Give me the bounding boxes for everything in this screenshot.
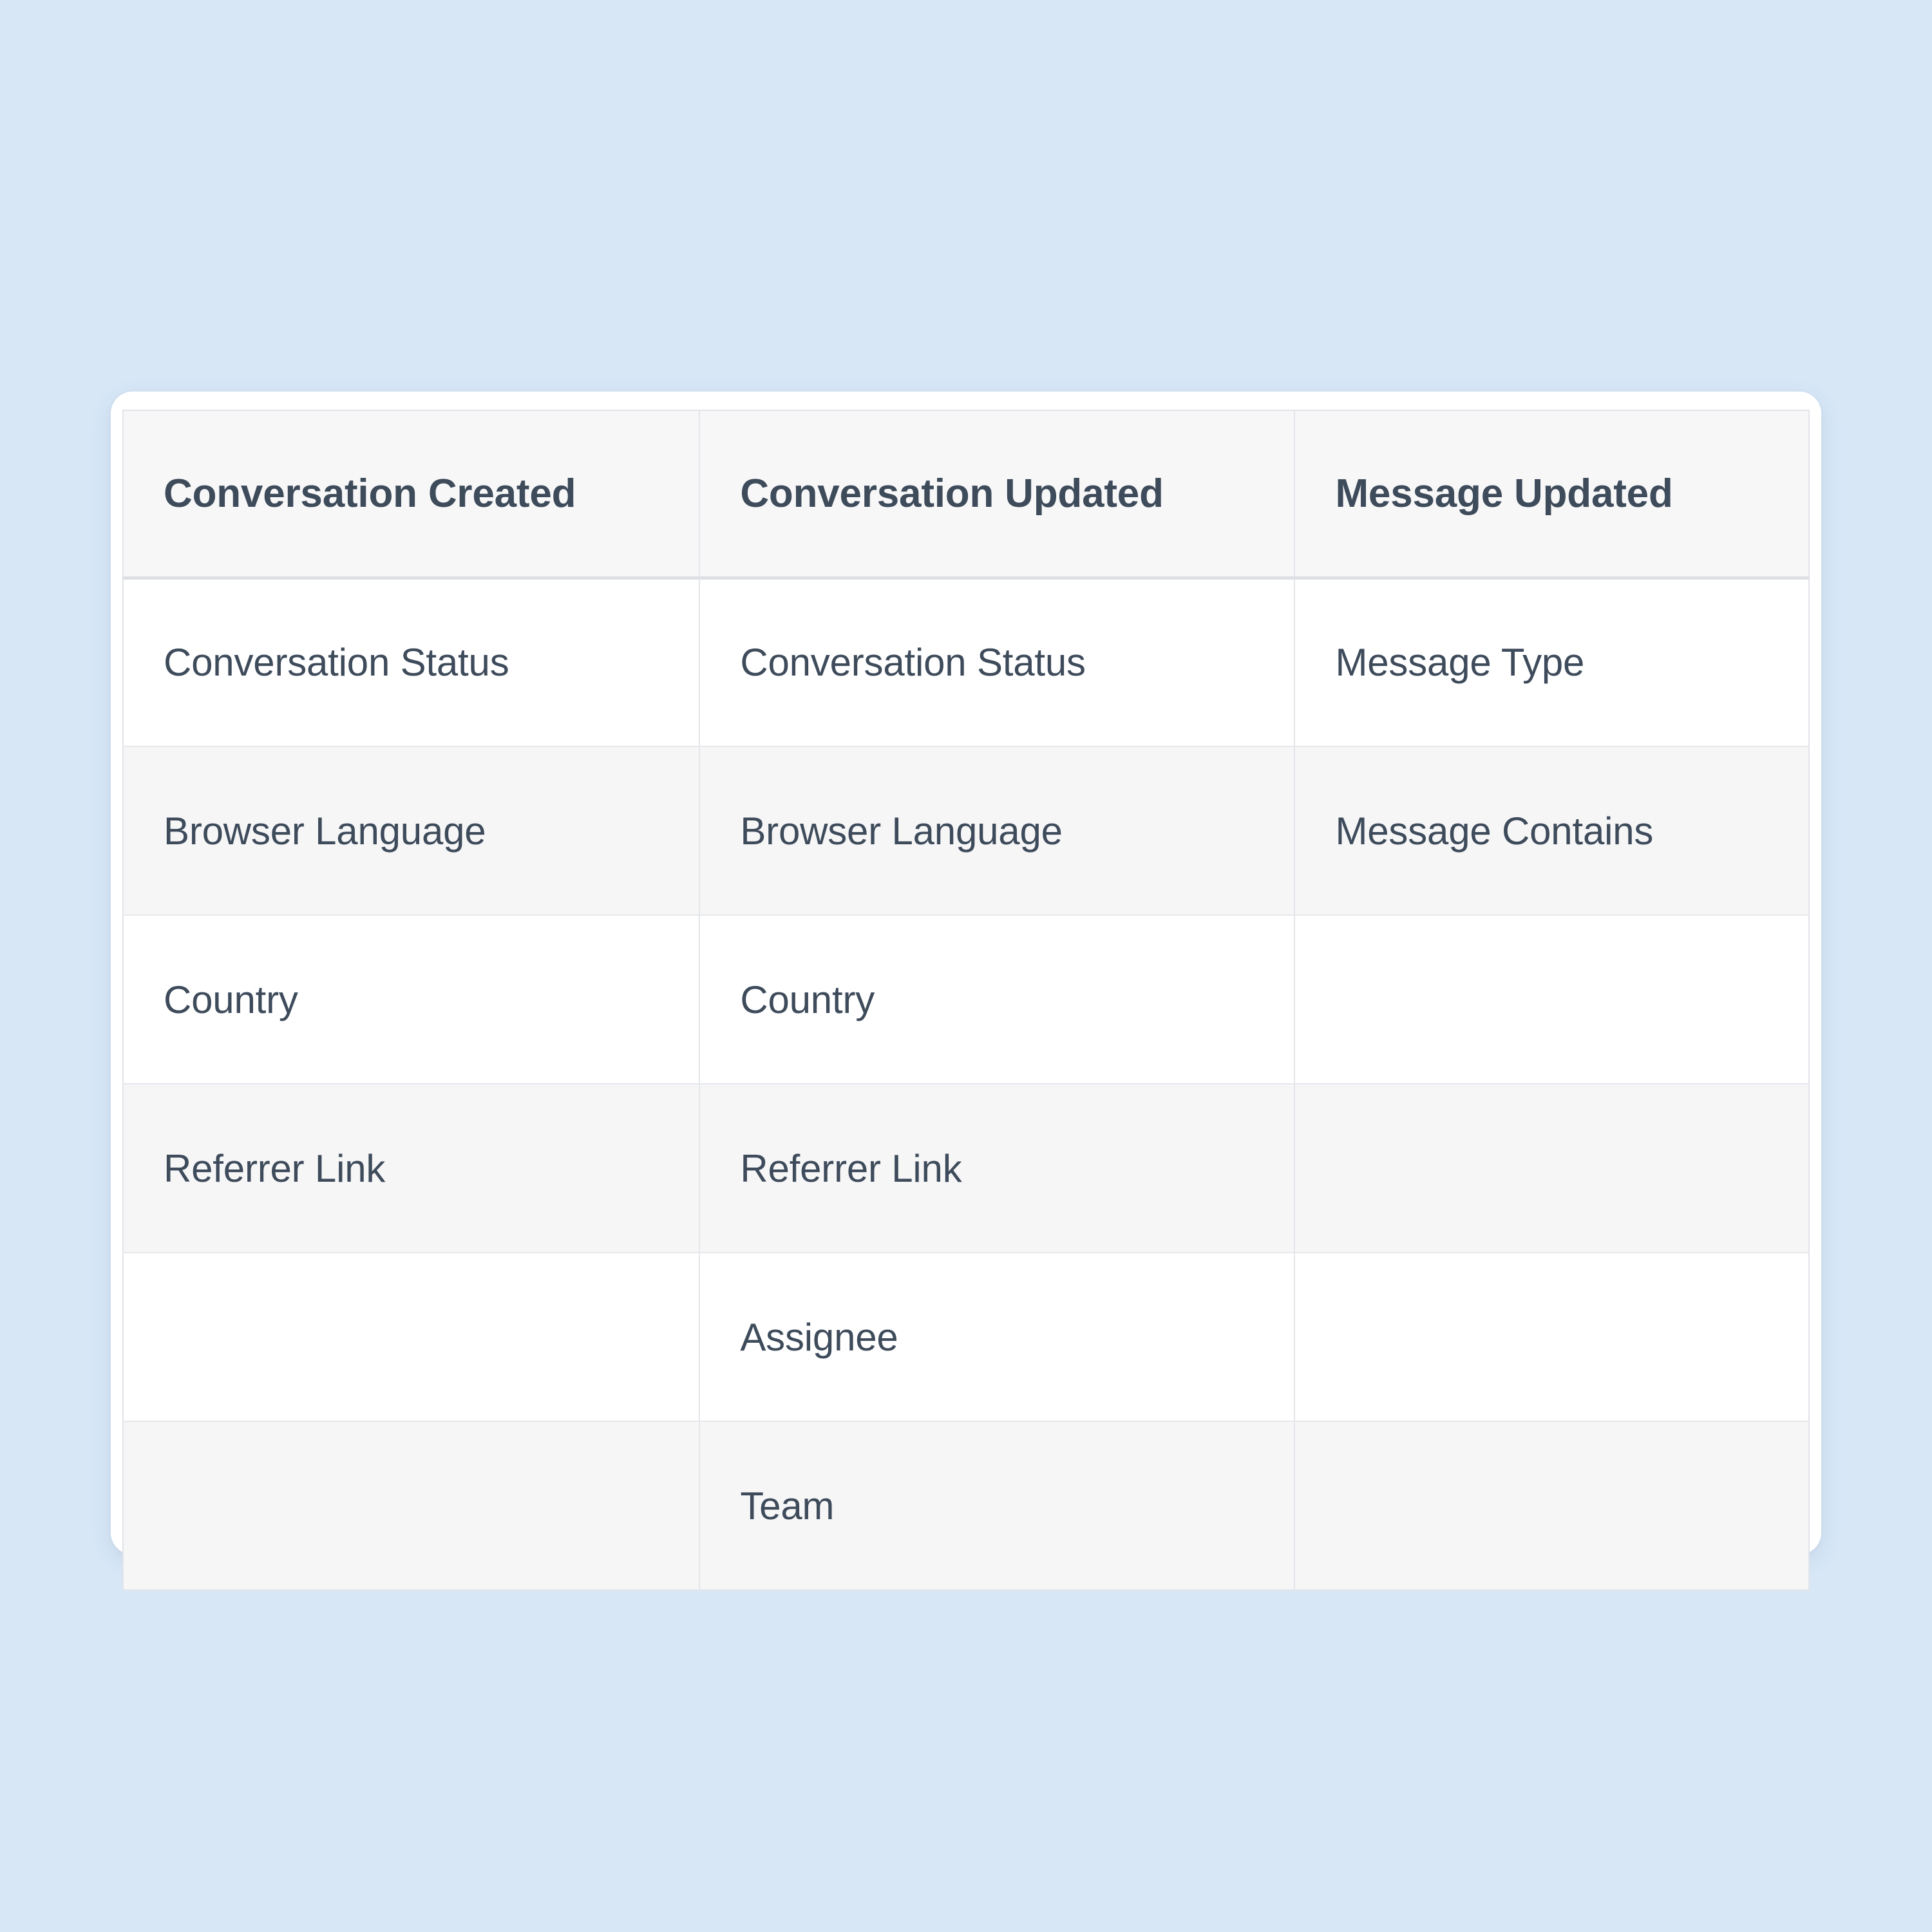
cell-conversation-created-4: Referrer Link: [123, 1084, 701, 1253]
column-header-conversation-created: Conversation Created: [123, 410, 701, 580]
table-row: Browser Language Browser Language Messag…: [123, 746, 1809, 916]
cell-conversation-created-2: Browser Language: [123, 746, 701, 916]
cell-conversation-updated-4: Referrer Link: [699, 1084, 1296, 1253]
table-header: Conversation Created Conversation Update…: [123, 410, 1809, 580]
cell-message-updated-4: [1294, 1084, 1809, 1253]
table-row: Country Country: [123, 915, 1809, 1084]
cell-conversation-updated-3: Country: [699, 915, 1296, 1084]
cell-conversation-updated-6: Team: [699, 1421, 1296, 1590]
table-row: Assignee: [123, 1253, 1809, 1422]
table-body: Conversation Status Conversation Status …: [123, 578, 1809, 1590]
cell-conversation-created-6: [123, 1421, 701, 1590]
cell-conversation-created-3: Country: [123, 915, 701, 1084]
column-header-message-updated: Message Updated: [1294, 410, 1809, 580]
trigger-attributes-card: Conversation Created Conversation Update…: [111, 392, 1821, 1591]
cell-message-updated-5: [1294, 1253, 1809, 1422]
cell-conversation-updated-1: Conversation Status: [699, 578, 1296, 747]
cell-message-updated-2: Message Contains: [1294, 746, 1809, 916]
cell-conversation-updated-2: Browser Language: [699, 746, 1296, 916]
cell-message-updated-6: [1294, 1421, 1809, 1590]
table-row: Team: [123, 1421, 1809, 1590]
cell-conversation-created-5: [123, 1253, 701, 1422]
cell-conversation-updated-5: Assignee: [699, 1253, 1296, 1422]
page-canvas: Conversation Created Conversation Update…: [0, 0, 1932, 1932]
column-header-conversation-updated: Conversation Updated: [699, 410, 1296, 580]
cell-message-updated-3: [1294, 915, 1809, 1084]
table-row: Conversation Status Conversation Status …: [123, 578, 1809, 747]
table-header-row: Conversation Created Conversation Update…: [123, 410, 1809, 580]
table-row: Referrer Link Referrer Link: [123, 1084, 1809, 1253]
cell-conversation-created-1: Conversation Status: [123, 578, 701, 747]
trigger-attributes-table: Conversation Created Conversation Update…: [122, 410, 1810, 1591]
cell-message-updated-1: Message Type: [1294, 578, 1809, 747]
